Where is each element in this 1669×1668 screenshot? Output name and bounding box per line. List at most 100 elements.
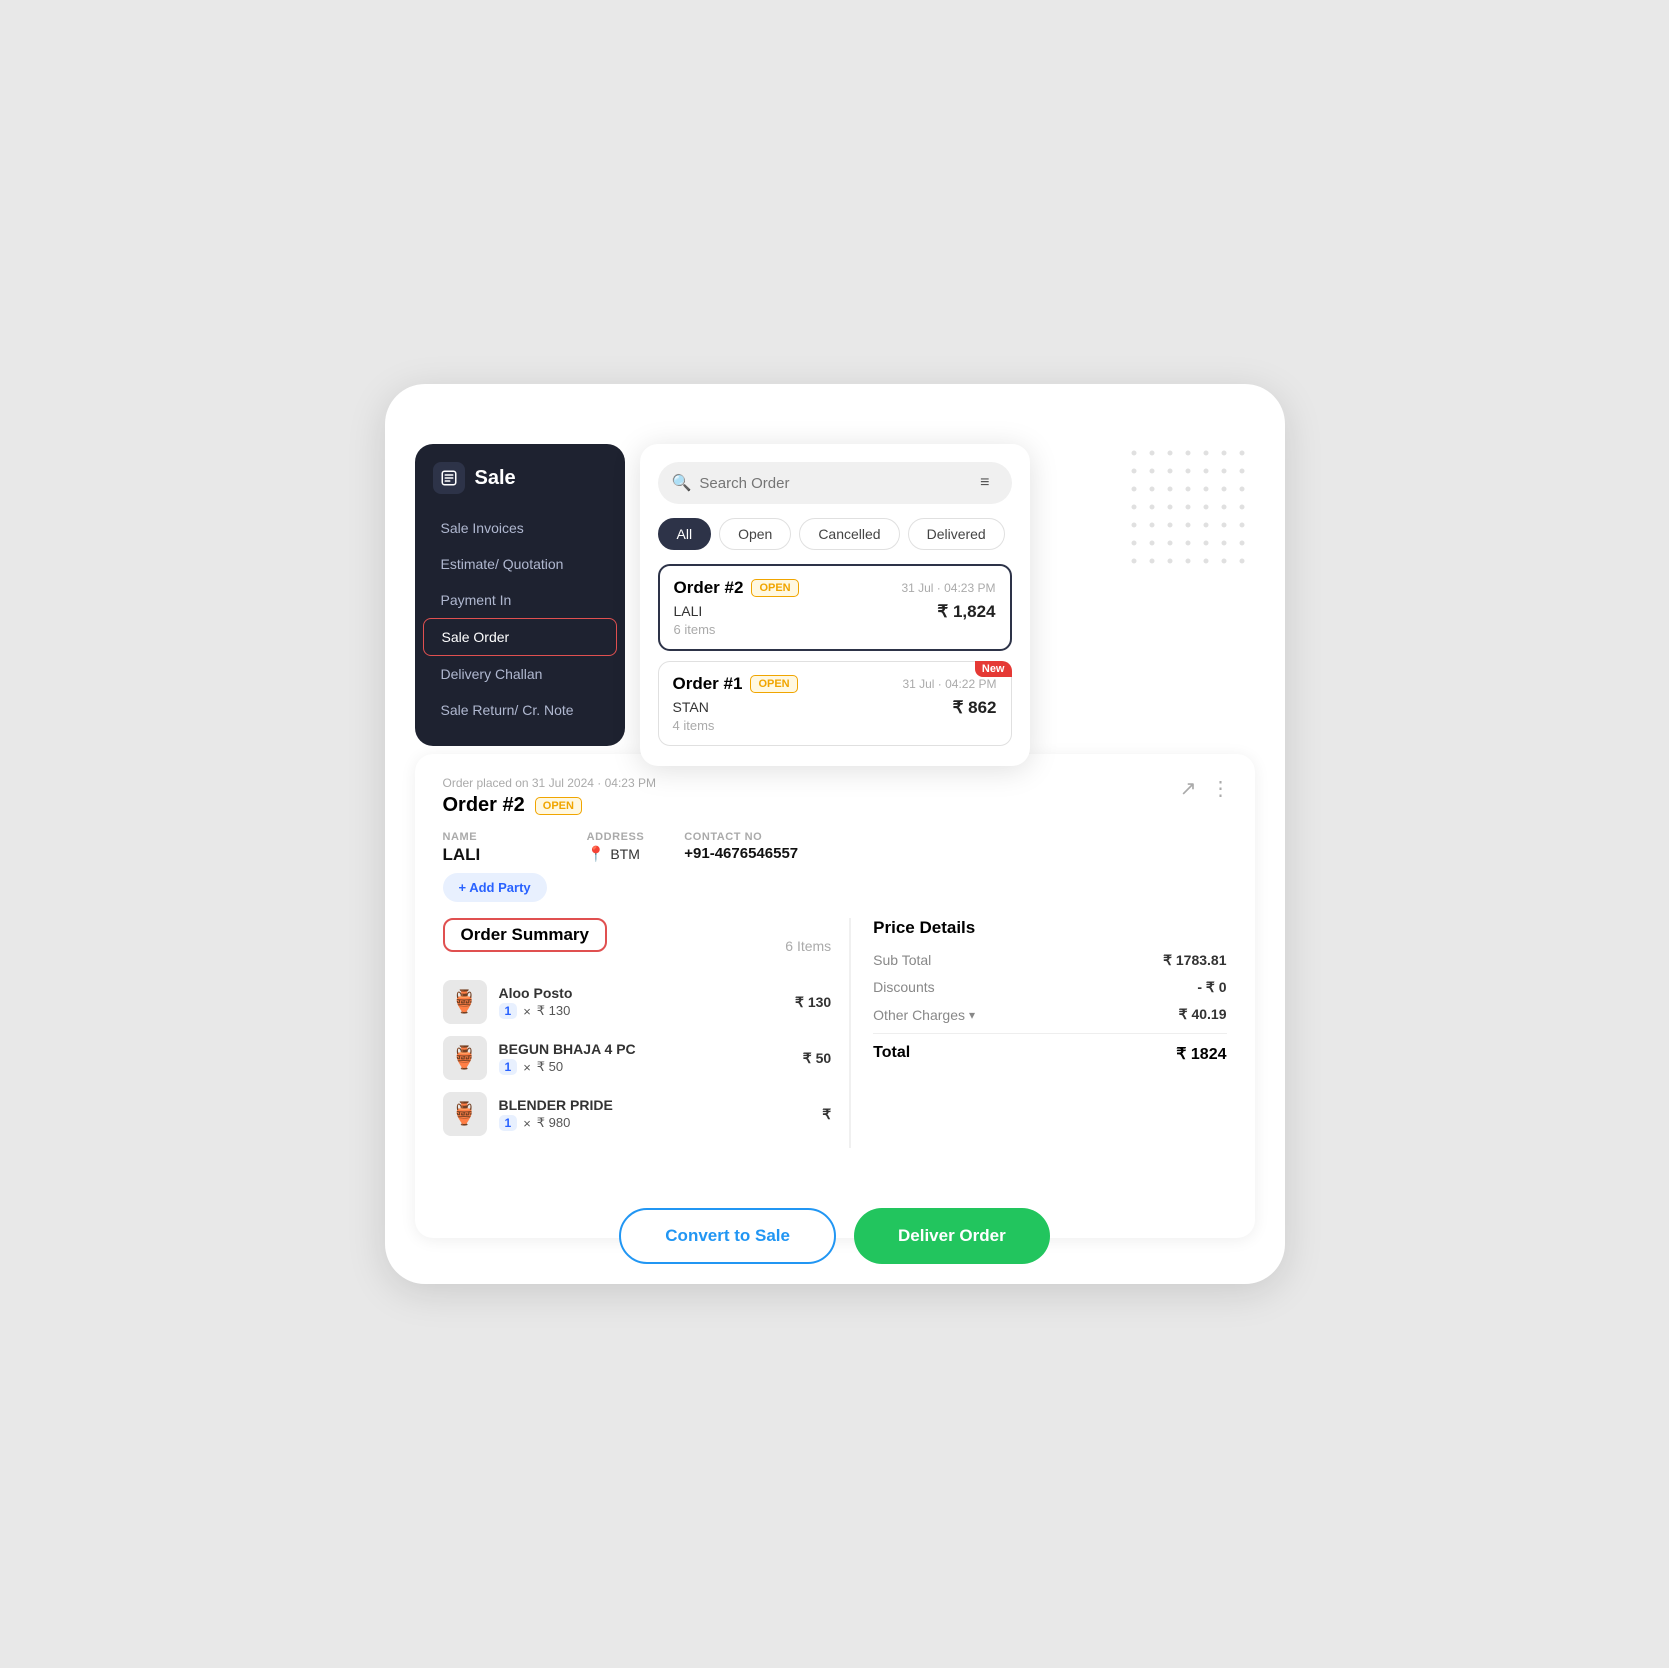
list-item: 🏺 BEGUN BHAJA 4 PC 1 × ₹ 50 ₹ 50 — [443, 1036, 832, 1080]
order-card-1[interactable]: New Order #1 OPEN 31 Jul · 04:22 PM STAN… — [658, 661, 1012, 746]
item-total-2: ₹ 50 — [803, 1050, 831, 1067]
action-bar: Convert to Sale Deliver Order — [385, 1208, 1285, 1264]
name-value: LALI — [443, 845, 547, 865]
order-summary-title: Order Summary — [443, 918, 608, 952]
contact-label: CONTACT NO — [684, 831, 798, 843]
convert-to-sale-button[interactable]: Convert to Sale — [619, 1208, 836, 1264]
price-divider — [873, 1033, 1226, 1034]
item-name-2: BEGUN BHAJA 4 PC — [499, 1041, 791, 1057]
discounts-amount: - ₹ 0 — [1197, 979, 1226, 996]
order-1-status: OPEN — [750, 675, 797, 693]
share-icon[interactable]: ↗ — [1180, 776, 1197, 801]
order-1-date: 31 Jul · 04:22 PM — [902, 677, 996, 691]
other-charges-label: Other Charges ▾ — [873, 1006, 975, 1023]
order-2-items: 6 items — [674, 622, 996, 637]
chevron-down-icon: ▾ — [969, 1008, 975, 1022]
unit-price-1: ₹ 130 — [537, 1003, 571, 1019]
main-card: Sale Sale Invoices Estimate/ Quotation P… — [385, 384, 1285, 1284]
item-info-1: Aloo Posto 1 × ₹ 130 — [499, 985, 784, 1019]
sub-total-amount: ₹ 1783.81 — [1163, 952, 1226, 969]
order-summary-col: Order Summary 6 Items 🏺 Aloo Posto 1 × ₹… — [443, 918, 852, 1148]
item-qty-2: 1 × ₹ 50 — [499, 1059, 791, 1075]
other-charges-amount: ₹ 40.19 — [1179, 1006, 1227, 1023]
order-2-id: Order #2 — [674, 578, 744, 598]
detail-meta: Order placed on 31 Jul 2024 · 04:23 PM — [443, 776, 1227, 790]
item-name-1: Aloo Posto — [499, 985, 784, 1001]
filter-button[interactable]: ≡ — [972, 470, 997, 496]
other-charges-row: Other Charges ▾ ₹ 40.19 — [873, 1006, 1226, 1023]
add-party-button[interactable]: + Add Party — [443, 873, 547, 902]
tab-delivered[interactable]: Delivered — [908, 518, 1005, 550]
list-item: 🏺 Aloo Posto 1 × ₹ 130 ₹ 130 — [443, 980, 832, 1024]
item-qty-3: 1 × ₹ 980 — [499, 1115, 811, 1131]
items-count: 6 Items — [785, 938, 831, 954]
contact-value: +91-4676546557 — [684, 845, 798, 862]
order-2-status: OPEN — [751, 579, 798, 597]
order-1-customer: STAN — [673, 699, 709, 715]
unit-price-2: ₹ 50 — [537, 1059, 563, 1075]
deliver-order-button[interactable]: Deliver Order — [854, 1208, 1050, 1264]
search-icon: 🔍 — [672, 473, 692, 493]
item-name-3: BLENDER PRIDE — [499, 1097, 811, 1113]
sub-total-row: Sub Total ₹ 1783.81 — [873, 952, 1226, 969]
item-thumb-1: 🏺 — [443, 980, 487, 1024]
detail-status-badge: OPEN — [535, 797, 582, 815]
sidebar-item-sale-order[interactable]: Sale Order — [423, 618, 617, 656]
order-1-amount: ₹ 862 — [953, 698, 997, 718]
total-label: Total — [873, 1044, 910, 1064]
detail-contact-block: CONTACT NO +91-4676546557 — [684, 831, 798, 902]
item-total-1: ₹ 130 — [795, 994, 831, 1011]
order-1-items: 4 items — [673, 718, 997, 733]
dot-pattern — [1125, 444, 1255, 574]
list-item: 🏺 BLENDER PRIDE 1 × ₹ 980 ₹ — [443, 1092, 832, 1136]
tab-cancelled[interactable]: Cancelled — [799, 518, 899, 550]
qty-badge-2: 1 — [499, 1059, 518, 1075]
detail-panel: ↗ ⋮ Order placed on 31 Jul 2024 · 04:23 … — [415, 754, 1255, 1238]
sidebar-item-delivery-challan[interactable]: Delivery Challan — [423, 656, 617, 692]
sidebar-title: Sale — [415, 462, 625, 510]
item-info-2: BEGUN BHAJA 4 PC 1 × ₹ 50 — [499, 1041, 791, 1075]
item-total-3: ₹ — [822, 1106, 831, 1123]
name-label: NAME — [443, 831, 547, 843]
discounts-label: Discounts — [873, 979, 934, 996]
location-icon: 📍 — [587, 845, 606, 863]
order-2-amount: ₹ 1,824 — [937, 602, 995, 622]
order-1-id: Order #1 — [673, 674, 743, 694]
sub-total-label: Sub Total — [873, 952, 931, 969]
order-2-customer: LALI — [674, 603, 703, 619]
total-amount: ₹ 1824 — [1176, 1044, 1226, 1064]
search-input[interactable] — [699, 475, 964, 492]
order-list-panel: 🔍 ≡ All Open Cancelled Delivered Order #… — [640, 444, 1030, 766]
qty-badge-1: 1 — [499, 1003, 518, 1019]
order-1-new-badge: New — [975, 661, 1012, 677]
detail-address-block: ADDRESS 📍 BTM — [587, 831, 645, 902]
search-bar: 🔍 ≡ — [658, 462, 1012, 504]
sidebar-item-payment-in[interactable]: Payment In — [423, 582, 617, 618]
qty-badge-3: 1 — [499, 1115, 518, 1131]
item-thumb-3: 🏺 — [443, 1092, 487, 1136]
detail-name-block: NAME LALI + Add Party — [443, 831, 547, 902]
sidebar-item-sale-return[interactable]: Sale Return/ Cr. Note — [423, 692, 617, 728]
item-qty-1: 1 × ₹ 130 — [499, 1003, 784, 1019]
sidebar-item-sale-invoices[interactable]: Sale Invoices — [423, 510, 617, 546]
sidebar-item-estimate-quotation[interactable]: Estimate/ Quotation — [423, 546, 617, 582]
sidebar: Sale Sale Invoices Estimate/ Quotation P… — [415, 444, 625, 746]
total-row: Total ₹ 1824 — [873, 1044, 1226, 1064]
panel-actions: ↗ ⋮ — [1180, 776, 1231, 801]
order-2-date: 31 Jul · 04:23 PM — [901, 581, 995, 595]
tab-all[interactable]: All — [658, 518, 712, 550]
item-info-3: BLENDER PRIDE 1 × ₹ 980 — [499, 1097, 811, 1131]
sale-icon — [433, 462, 465, 494]
detail-order-num: Order #2 — [443, 794, 525, 817]
address-label: ADDRESS — [587, 831, 645, 843]
more-options-icon[interactable]: ⋮ — [1211, 776, 1231, 801]
order-card-2[interactable]: Order #2 OPEN 31 Jul · 04:23 PM LALI ₹ 1… — [658, 564, 1012, 651]
address-value: 📍 BTM — [587, 845, 645, 863]
price-details-col: Price Details Sub Total ₹ 1783.81 Discou… — [851, 918, 1226, 1148]
tab-open[interactable]: Open — [719, 518, 791, 550]
unit-price-3: ₹ 980 — [537, 1115, 571, 1131]
price-details-title: Price Details — [873, 918, 1226, 938]
item-thumb-2: 🏺 — [443, 1036, 487, 1080]
tab-row: All Open Cancelled Delivered — [658, 518, 1012, 550]
discounts-row: Discounts - ₹ 0 — [873, 979, 1226, 996]
